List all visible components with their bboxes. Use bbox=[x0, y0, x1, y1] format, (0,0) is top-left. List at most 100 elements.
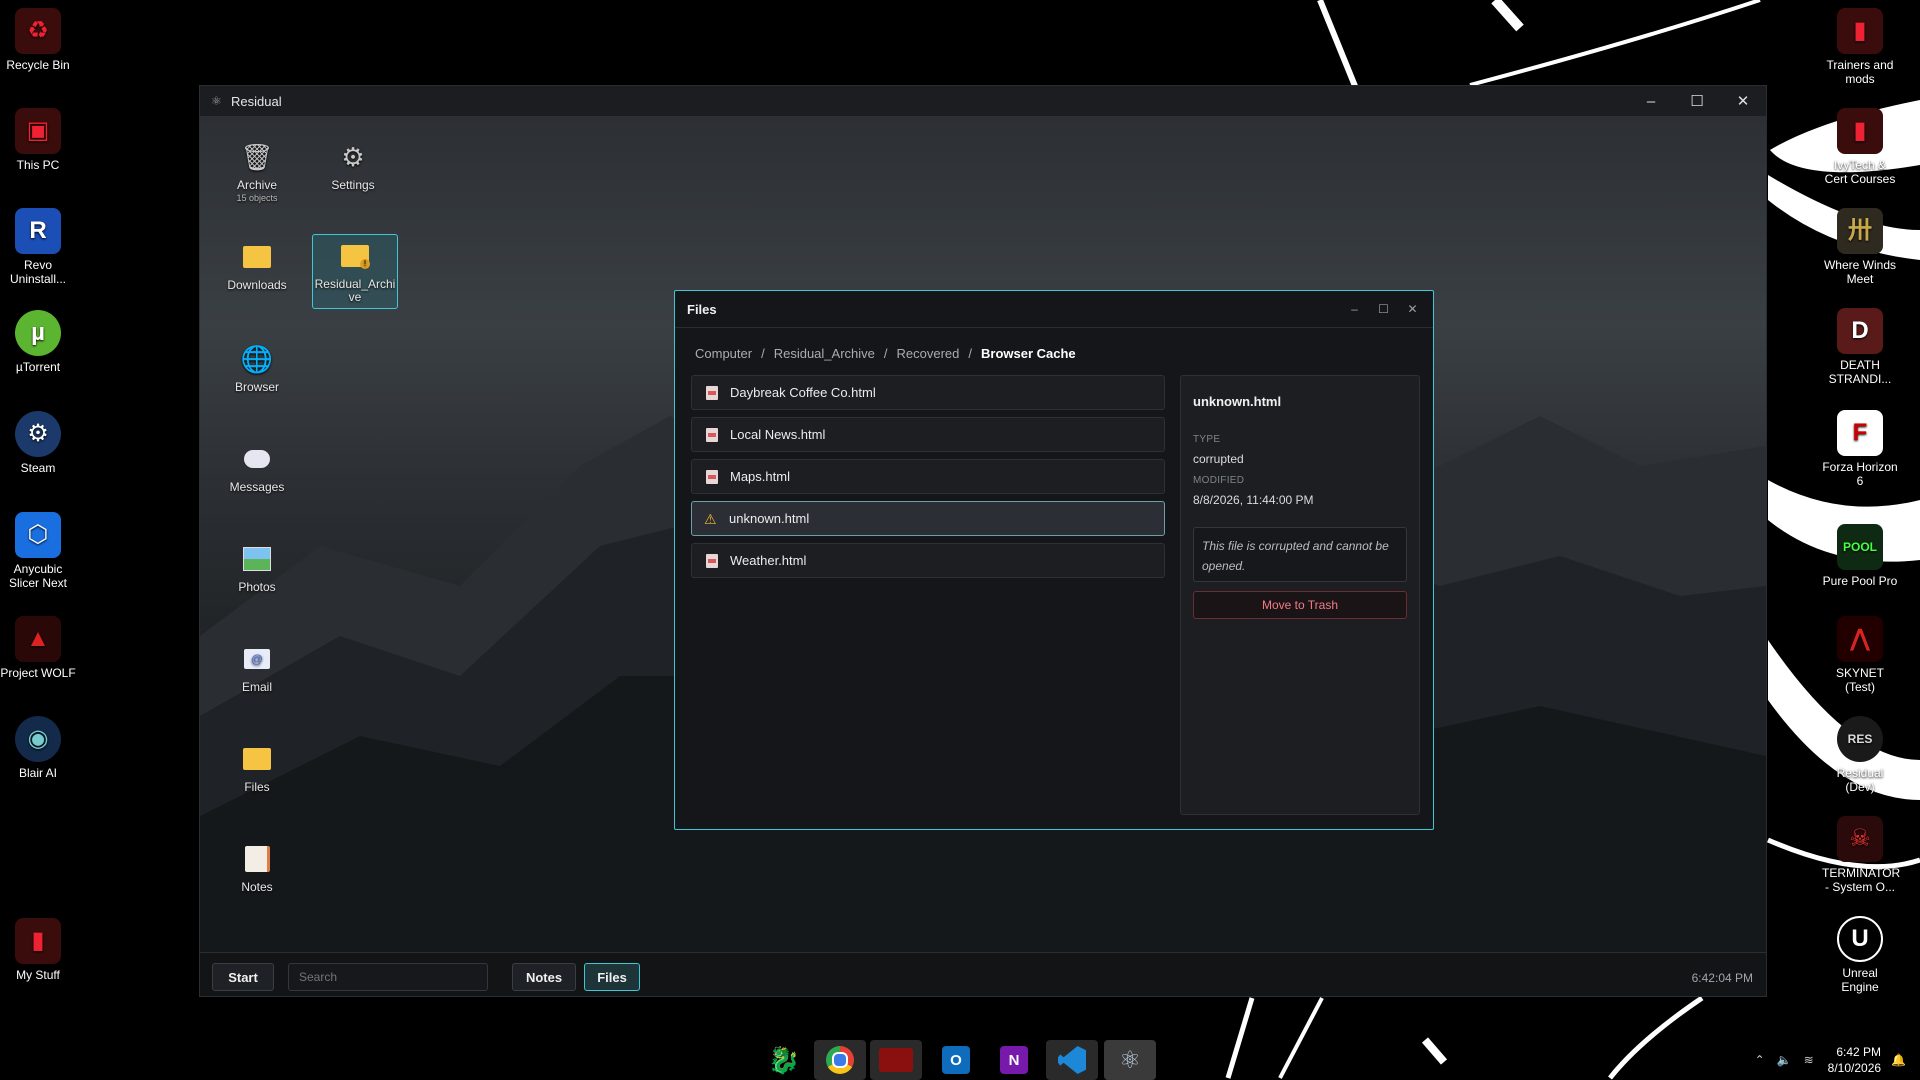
file-row-daybreak-coffee[interactable]: Daybreak Coffee Co.html bbox=[691, 375, 1165, 410]
residual-app-icon: ⚛ bbox=[211, 94, 222, 108]
breadcrumb-residual-archive[interactable]: Residual_Archive bbox=[774, 346, 875, 361]
desktop-icon-utorrent[interactable]: µ µTorrent bbox=[0, 310, 76, 374]
system-clock[interactable]: 6:42 PM 8/10/2026 bbox=[1828, 1044, 1881, 1076]
revo-uninstaller-icon: R bbox=[15, 208, 61, 254]
chevron-up-icon[interactable]: ⌃ bbox=[1755, 1053, 1765, 1067]
details-file-name: unknown.html bbox=[1193, 394, 1282, 409]
desktop-icon-pure-pool[interactable]: POOL Pure Pool Pro bbox=[1822, 524, 1898, 588]
chrome-icon[interactable] bbox=[814, 1040, 866, 1080]
corruption-notice: This file is corrupted and cannot be ope… bbox=[1193, 527, 1407, 582]
desktop-icon-where-winds-meet[interactable]: 卅 Where Winds Meet bbox=[1822, 208, 1898, 286]
desktop-icon-label: Steam bbox=[20, 461, 56, 475]
desktop-icon-label: Forza Horizon 6 bbox=[1822, 460, 1898, 488]
taskbar-app-files[interactable]: Files bbox=[584, 963, 640, 991]
file-row-unknown[interactable]: ⚠ unknown.html bbox=[691, 501, 1165, 536]
file-name: Weather.html bbox=[730, 553, 807, 568]
desktop-icon-forza[interactable]: F Forza Horizon 6 bbox=[1822, 410, 1898, 488]
residual-desktop: 🗑 Archive 15 objects ⚙ Settings Download… bbox=[200, 116, 1766, 952]
file-row-weather[interactable]: Weather.html bbox=[691, 543, 1165, 578]
icon-label: Settings bbox=[331, 178, 375, 192]
html-file-icon bbox=[706, 469, 718, 484]
residual-icon-browser[interactable]: 🌐 Browser bbox=[215, 342, 299, 394]
terminator-icon: ☠ bbox=[1837, 816, 1883, 862]
speaker-icon[interactable]: 🔈 bbox=[1777, 1053, 1792, 1067]
icon-sublabel: 15 objects bbox=[236, 193, 278, 203]
breadcrumb-recovered[interactable]: Recovered bbox=[897, 346, 960, 361]
notes-icon bbox=[240, 842, 274, 876]
file-row-maps[interactable]: Maps.html bbox=[691, 459, 1165, 494]
outlook-icon[interactable]: O bbox=[930, 1040, 982, 1080]
email-icon: @ bbox=[240, 642, 274, 676]
electron-icon[interactable]: ⚛ bbox=[1104, 1040, 1156, 1080]
desktop-icon-unreal[interactable]: U Unreal Engine bbox=[1822, 916, 1898, 994]
breadcrumb: Computer / Residual_Archive / Recovered … bbox=[695, 346, 1076, 361]
game-icon: 卅 bbox=[1837, 208, 1883, 254]
desktop-icon-terminator[interactable]: ☠ TERMINATOR - System O... bbox=[1822, 816, 1900, 894]
residual-titlebar[interactable]: ⚛ Residual – ☐ ✕ bbox=[200, 86, 1766, 116]
windows-taskbar: 🐉 O N ⚛ bbox=[0, 1034, 1920, 1080]
desktop-icon-this-pc[interactable]: ▣ This PC bbox=[0, 108, 76, 172]
folder-alert-icon: ! bbox=[338, 239, 372, 273]
residual-window: ⚛ Residual – ☐ ✕ 🗑 Archive 15 objects ⚙ … bbox=[199, 85, 1767, 997]
desktop-icon-death-stranding[interactable]: D DEATH STRANDI... bbox=[1822, 308, 1898, 386]
trash-bin-icon: 🗑 bbox=[240, 141, 274, 172]
residual-icon-settings[interactable]: ⚙ Settings bbox=[311, 140, 395, 192]
warning-icon: ⚠ bbox=[704, 510, 717, 527]
residual-icon-email[interactable]: @ Email bbox=[215, 642, 299, 694]
residual-icon: RES bbox=[1837, 716, 1883, 762]
search-input[interactable] bbox=[288, 963, 488, 991]
residual-clock: 6:42:04 PM bbox=[1691, 971, 1753, 985]
residual-icon-downloads[interactable]: Downloads bbox=[215, 240, 299, 292]
vscode-icon[interactable] bbox=[1046, 1040, 1098, 1080]
taskbar-app-notes[interactable]: Notes bbox=[512, 963, 576, 991]
html-file-icon bbox=[706, 385, 718, 400]
residual-icon-files[interactable]: Files bbox=[215, 742, 299, 794]
file-list: Daybreak Coffee Co.html Local News.html … bbox=[691, 375, 1165, 585]
files-titlebar[interactable]: Files – ☐ ✕ bbox=[675, 291, 1433, 328]
desktop-icon-recycle-bin[interactable]: ♻ Recycle Bin bbox=[0, 8, 76, 72]
residual-icon-messages[interactable]: Messages bbox=[215, 442, 299, 494]
desktop-icon-trainers[interactable]: ▮ Trainers and mods bbox=[1822, 8, 1898, 86]
icon-label: Residual_Archive bbox=[314, 277, 396, 304]
residual-window-title: Residual bbox=[231, 93, 282, 109]
onenote-icon[interactable]: N bbox=[988, 1040, 1040, 1080]
breadcrumb-computer[interactable]: Computer bbox=[695, 346, 752, 361]
maximize-button[interactable]: ☐ bbox=[1674, 86, 1720, 116]
msi-dragon-icon[interactable]: 🐉 bbox=[758, 1040, 810, 1080]
desktop-icon-ivytech[interactable]: ▮ IvyTech & Cert Courses bbox=[1822, 108, 1898, 186]
desktop-icon-skynet[interactable]: ⋀ SKYNET (Test) bbox=[1822, 616, 1898, 694]
desktop-icon-blair-ai[interactable]: ◉ Blair AI bbox=[0, 716, 76, 780]
msi-center-icon[interactable] bbox=[870, 1040, 922, 1080]
file-row-local-news[interactable]: Local News.html bbox=[691, 417, 1165, 452]
desktop-icon-label: DEATH STRANDI... bbox=[1828, 358, 1892, 386]
move-to-trash-button[interactable]: Move to Trash bbox=[1193, 591, 1407, 619]
computer-icon: ▣ bbox=[15, 108, 61, 154]
details-modified-label: MODIFIED bbox=[1193, 475, 1245, 486]
desktop-icon-my-stuff[interactable]: ▮ My Stuff bbox=[0, 918, 76, 982]
notification-bell-icon[interactable]: 🔔 bbox=[1891, 1053, 1906, 1067]
desktop-icon-residual-dev[interactable]: RES Residual (Dev) bbox=[1822, 716, 1898, 794]
maximize-button[interactable]: ☐ bbox=[1369, 291, 1398, 327]
residual-icon-photos[interactable]: Photos bbox=[215, 542, 299, 594]
desktop-icon-revo[interactable]: R Revo Uninstall... bbox=[0, 208, 76, 286]
wifi-icon[interactable]: ≋ bbox=[1804, 1053, 1814, 1067]
icon-label: Messages bbox=[229, 480, 285, 494]
residual-icon-archive[interactable]: 🗑 Archive 15 objects bbox=[215, 140, 299, 205]
files-window-title: Files bbox=[687, 301, 717, 317]
files-window: Files – ☐ ✕ Computer / Residual_Archive … bbox=[674, 290, 1434, 830]
residual-icon-residual-archive[interactable]: ! Residual_Archive bbox=[312, 234, 398, 309]
desktop-icon-anycubic[interactable]: ⬡ Anycubic Slicer Next bbox=[0, 512, 76, 590]
close-button[interactable]: ✕ bbox=[1398, 291, 1427, 327]
html-file-icon bbox=[706, 553, 718, 568]
desktop-icon-project-wolf[interactable]: ▲ Project WOLF bbox=[0, 616, 76, 680]
minimize-button[interactable]: – bbox=[1628, 86, 1674, 116]
file-name: Daybreak Coffee Co.html bbox=[730, 385, 876, 400]
recycle-bin-icon: ♻ bbox=[15, 8, 61, 54]
minimize-button[interactable]: – bbox=[1340, 291, 1369, 327]
start-button[interactable]: Start bbox=[212, 963, 274, 991]
residual-icon-notes[interactable]: Notes bbox=[215, 842, 299, 894]
desktop-icon-label: Pure Pool Pro bbox=[1822, 574, 1898, 588]
utorrent-icon: µ bbox=[15, 310, 61, 356]
desktop-icon-steam[interactable]: ⚙ Steam bbox=[0, 411, 76, 475]
close-button[interactable]: ✕ bbox=[1720, 86, 1766, 116]
